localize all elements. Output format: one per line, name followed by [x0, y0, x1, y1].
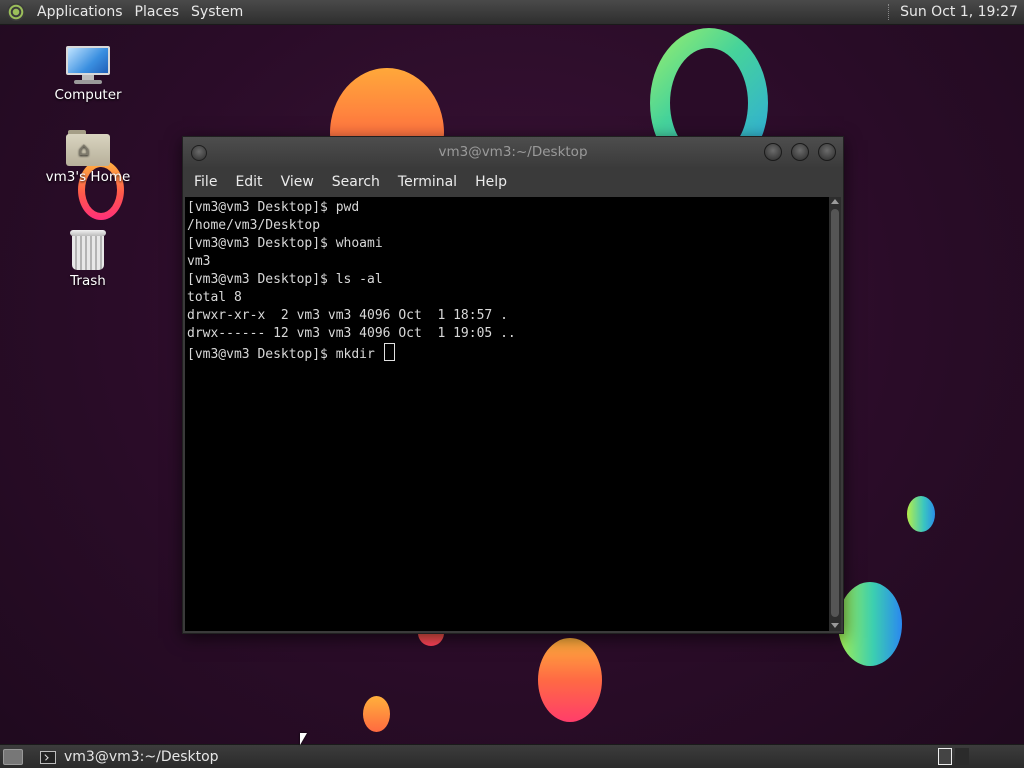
terminal-scrollbar[interactable] [829, 197, 841, 631]
terminal-line: drwxr-xr-x 2 vm3 vm3 4096 Oct 1 18:57 . [187, 308, 508, 323]
menu-help[interactable]: Help [466, 167, 516, 197]
wallpaper-shape [363, 696, 390, 732]
desktop-icon-trash[interactable]: Trash [40, 228, 136, 289]
terminal-text: [vm3@vm3 Desktop]$ pwd/home/vm3/Desktop [… [187, 199, 516, 364]
terminal-line: [vm3@vm3 Desktop]$ whoami [187, 236, 383, 251]
terminal-menubar: File Edit View Search Terminal Help [183, 167, 843, 197]
menu-file[interactable]: File [183, 167, 226, 197]
terminal-output-area[interactable]: [vm3@vm3 Desktop]$ pwd/home/vm3/Desktop [… [185, 197, 829, 631]
taskbar-window-label: vm3@vm3:~/Desktop [64, 749, 219, 765]
terminal-window: vm3@vm3:~/Desktop File Edit View Search … [182, 136, 844, 634]
desktop-icon-home[interactable]: ⌂ vm3's Home [40, 128, 136, 185]
trash-icon [69, 228, 107, 270]
distro-logo-icon[interactable] [7, 3, 25, 21]
mouse-pointer-icon [300, 733, 307, 745]
terminal-line: [vm3@vm3 Desktop]$ ls -al [187, 272, 383, 287]
terminal-line: [vm3@vm3 Desktop]$ pwd [187, 200, 360, 215]
terminal-prompt-line: [vm3@vm3 Desktop]$ mkdir [187, 343, 516, 364]
scroll-up-arrow-icon[interactable] [831, 199, 839, 204]
menu-terminal[interactable]: Terminal [389, 167, 466, 197]
scroll-down-arrow-icon[interactable] [831, 623, 839, 628]
window-title: vm3@vm3:~/Desktop [438, 144, 588, 160]
minimize-button[interactable] [764, 143, 782, 161]
taskbar-window-button[interactable]: vm3@vm3:~/Desktop [34, 746, 225, 768]
bottom-panel: vm3@vm3:~/Desktop [0, 744, 1024, 768]
system-menu[interactable]: System [185, 0, 249, 24]
places-menu[interactable]: Places [129, 0, 186, 24]
clock-applet[interactable]: Sun Oct 1, 19:27 [888, 0, 1018, 24]
computer-icon [64, 44, 112, 84]
scrollbar-thumb[interactable] [831, 209, 839, 617]
close-button[interactable] [818, 143, 836, 161]
wallpaper-shape [907, 496, 935, 532]
top-panel: Applications Places System Sun Oct 1, 19… [0, 0, 1024, 25]
workspace-switcher [938, 748, 1016, 765]
terminal-line: drwx------ 12 vm3 vm3 4096 Oct 1 19:05 .… [187, 326, 516, 341]
show-desktop-button[interactable] [3, 749, 23, 765]
menu-edit[interactable]: Edit [226, 167, 271, 197]
terminal-current-input: [vm3@vm3 Desktop]$ mkdir [187, 347, 383, 362]
desktop-icon-label: vm3's Home [45, 169, 131, 185]
clock-text: Sun Oct 1, 19:27 [900, 4, 1018, 20]
terminal-icon [40, 750, 56, 764]
window-titlebar[interactable]: vm3@vm3:~/Desktop [183, 137, 843, 167]
maximize-button[interactable] [791, 143, 809, 161]
desktop-icon-label: Computer [54, 87, 122, 103]
menu-search[interactable]: Search [323, 167, 389, 197]
text-cursor [383, 343, 395, 361]
wallpaper-shape [538, 638, 602, 722]
home-folder-icon: ⌂ [66, 128, 110, 166]
desktop-icon-label: Trash [70, 273, 106, 289]
terminal-line: /home/vm3/Desktop [187, 218, 321, 233]
desktop-icon-computer[interactable]: Computer [40, 44, 136, 103]
workspace-2[interactable] [955, 748, 969, 765]
terminal-line: total 8 [187, 290, 242, 305]
terminal-line: vm3 [187, 254, 211, 269]
applications-menu[interactable]: Applications [31, 0, 129, 24]
menu-view[interactable]: View [272, 167, 323, 197]
workspace-1[interactable] [938, 748, 952, 765]
wallpaper-shape [838, 582, 902, 666]
panel-handle [888, 4, 891, 20]
